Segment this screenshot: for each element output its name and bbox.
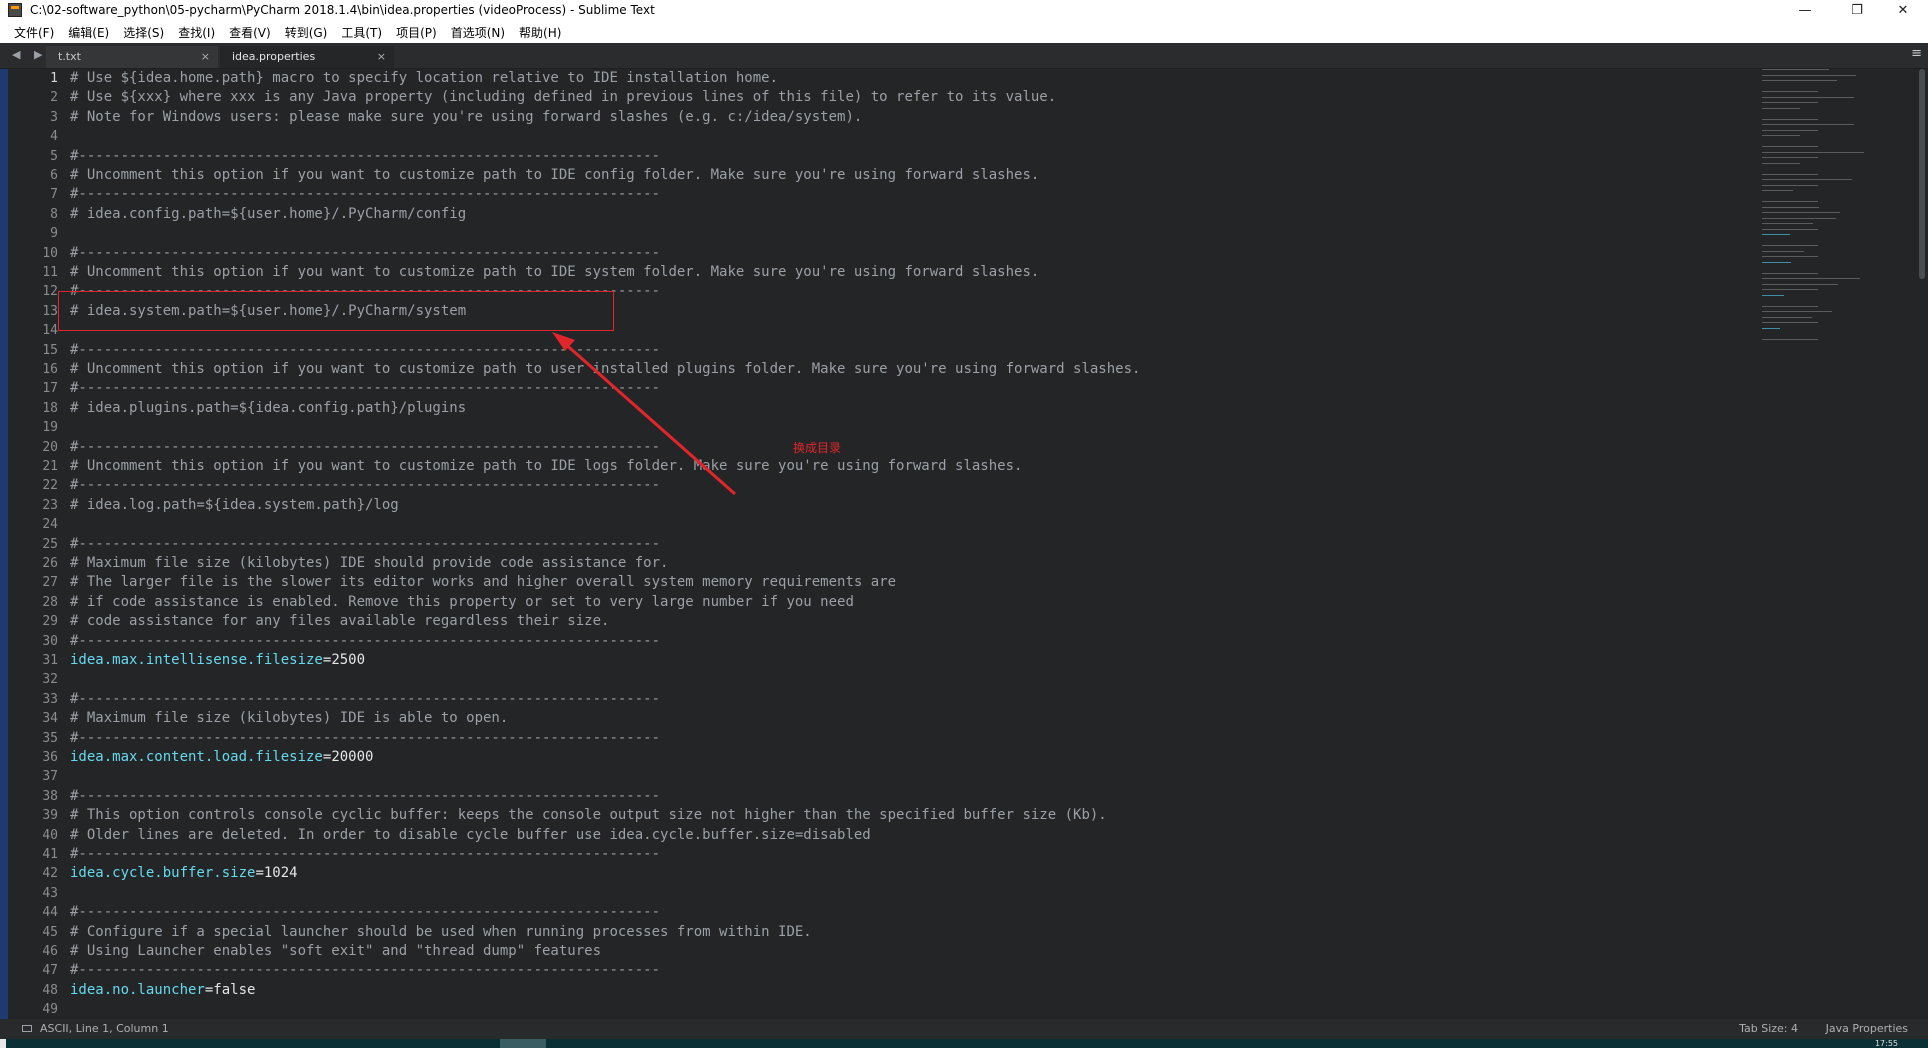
close-button[interactable]: ✕ — [1880, 0, 1926, 22]
minimap-line — [1762, 201, 1818, 202]
window-title: C:\02-software_python\05-pycharm\PyCharm… — [30, 3, 655, 17]
title-bar: C:\02-software_python\05-pycharm\PyCharm… — [0, 0, 1928, 22]
minimap-line — [1762, 305, 1818, 307]
minimap-line — [1762, 316, 1813, 318]
tab-label: idea.properties — [232, 50, 316, 63]
minimap-line — [1762, 278, 1861, 279]
minimap-line — [1762, 96, 1854, 98]
minimap-line — [1762, 124, 1854, 125]
minimap-line — [1762, 212, 1841, 213]
minimap-line — [1762, 74, 1856, 76]
minimap-line — [1762, 311, 1833, 312]
sublime-app-icon — [8, 3, 22, 17]
taskbar-app-item[interactable] — [500, 1039, 546, 1048]
minimap-line — [1762, 272, 1818, 274]
minimap-line — [1762, 261, 1791, 263]
minimap-line — [1762, 157, 1818, 158]
menu-bar: 文件(F) 编辑(E) 选择(S) 查找(I) 查看(V) 转到(G) 工具(T) 项目(P)… — [0, 22, 1928, 43]
minimap-line — [1762, 283, 1838, 285]
minimap-line — [1762, 289, 1818, 290]
menu-item[interactable]: 文件(F) — [6, 23, 60, 44]
minimap-line — [1762, 179, 1853, 180]
minimap-line — [1762, 256, 1818, 257]
menu-item[interactable]: 项目(P) — [388, 23, 443, 44]
start-button[interactable] — [0, 1039, 6, 1048]
minimap-line — [1762, 184, 1818, 186]
minimap-line — [1762, 151, 1864, 153]
annotation-text: 换成目录 — [793, 441, 842, 455]
tab-idea-properties[interactable]: idea.properties × — [220, 46, 394, 68]
tab-close-icon[interactable]: × — [377, 46, 386, 68]
minimap-line — [1762, 162, 1800, 164]
menu-item[interactable]: 查看(V) — [221, 23, 277, 44]
minimap-line — [1762, 294, 1784, 296]
menu-item[interactable]: 首选项(N) — [443, 23, 511, 44]
minimap-line — [1762, 129, 1818, 131]
minimap-line — [1762, 217, 1837, 219]
minimap-line — [1762, 118, 1818, 120]
minimap-line — [1762, 223, 1814, 224]
status-position: ASCII, Line 1, Column 1 — [40, 1022, 169, 1035]
tab-nav-arrows-icon[interactable]: ◀ ▶ — [12, 48, 47, 61]
tab-menu-icon[interactable]: ≡ — [1911, 46, 1922, 61]
minimap-line — [1762, 234, 1790, 235]
minimap-line — [1762, 327, 1780, 329]
annotation-arrow — [552, 332, 736, 496]
vertical-scrollbar[interactable] — [1916, 69, 1928, 1019]
scrollbar-thumb[interactable] — [1919, 69, 1925, 279]
minimap[interactable] — [1760, 69, 1888, 439]
tab-size-selector[interactable]: Tab Size: 4 — [1739, 1019, 1798, 1039]
minimap-line — [1762, 206, 1819, 208]
taskbar-clock: 17:55 — [1874, 1039, 1898, 1048]
panel-toggle-icon[interactable] — [22, 1025, 32, 1032]
menu-item[interactable]: 编辑(E) — [60, 23, 115, 44]
menu-item[interactable]: 转到(G) — [277, 23, 334, 44]
menu-item[interactable]: 工具(T) — [333, 23, 388, 44]
os-taskbar: 17:55 — [0, 1039, 1928, 1048]
tab-bar: ◀ ▶ t.txt × idea.properties × ≡ — [0, 43, 1928, 69]
minimap-line — [1762, 250, 1804, 252]
menu-item[interactable]: 选择(S) — [115, 23, 170, 44]
minimap-line — [1762, 102, 1818, 103]
minimap-line — [1762, 135, 1800, 136]
minimap-line — [1762, 173, 1818, 175]
minimap-line — [1762, 146, 1818, 147]
minimap-line — [1762, 69, 1830, 70]
menu-item[interactable]: 帮助(H) — [511, 23, 567, 44]
status-bar: ASCII, Line 1, Column 1 Tab Size: 4 Java… — [0, 1019, 1928, 1039]
minimap-line — [1762, 80, 1838, 81]
maximize-button[interactable]: ❐ — [1834, 0, 1880, 22]
editor-area[interactable]: 1 2 3 4 5 6 7 8 9 10 11 12 13 14 15 16 17 18 19 20 21 22 23 24 2… — [0, 69, 1928, 1019]
minimize-button[interactable]: — — [1782, 0, 1828, 22]
tab-label: t.txt — [58, 50, 81, 63]
syntax-selector[interactable]: Java Properties — [1826, 1019, 1908, 1039]
minimap-line — [1762, 338, 1818, 340]
minimap-line — [1762, 91, 1818, 92]
tab-close-icon[interactable]: × — [201, 46, 210, 68]
minimap-line — [1762, 228, 1818, 230]
menu-item[interactable]: 查找(I) — [170, 23, 221, 44]
minimap-line — [1762, 107, 1800, 109]
tab-t-txt[interactable]: t.txt × — [46, 46, 218, 68]
minimap-line — [1762, 190, 1794, 191]
minimap-line — [1762, 245, 1818, 246]
minimap-line — [1762, 322, 1818, 323]
